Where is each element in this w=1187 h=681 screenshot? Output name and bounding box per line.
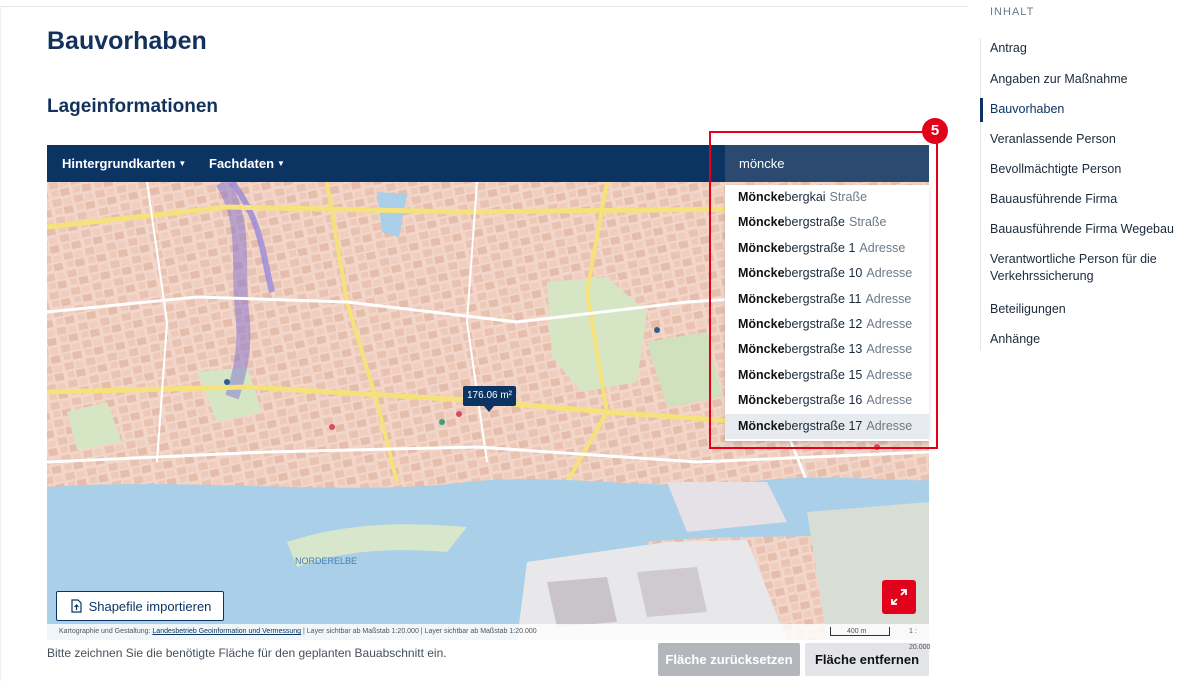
special-data-menu[interactable]: Fachdaten ▼ (209, 156, 285, 171)
toc-item[interactable]: Angaben zur Maßnahme (990, 71, 1186, 88)
toc-item[interactable]: Anhänge (990, 331, 1186, 348)
search-suggestion-item[interactable]: Mönckebergstraße 1 Adresse (725, 236, 929, 261)
search-suggestion-item[interactable]: Mönckebergstraße Straße (725, 210, 929, 235)
search-suggestion-item[interactable]: Mönckebergstraße 15 Adresse (725, 363, 929, 388)
scale-ratio: 1 : 20.000 (909, 628, 931, 651)
toc-item[interactable]: Beteiligungen (990, 301, 1186, 318)
special-data-label: Fachdaten (209, 156, 275, 171)
toc-item[interactable]: Bauausführende Firma Wegebau (990, 221, 1186, 238)
suggestion-rest: bergstraße 11 (784, 291, 862, 306)
toc-rail (980, 38, 981, 350)
file-upload-icon (70, 599, 82, 613)
import-shapefile-button[interactable]: Shapefile importieren (56, 591, 224, 621)
scale-bar (830, 627, 890, 636)
suggestion-type: Adresse (866, 266, 913, 281)
river-label: NORDERELBE (295, 556, 357, 566)
map-attribution-bar: Kartographie und Gestaltung: Landesbetri… (47, 624, 930, 651)
suggestion-match: Möncke (738, 190, 785, 204)
suggestion-type: Adresse (865, 291, 912, 306)
map-attribution-text: Kartographie und Gestaltung: Landesbetri… (59, 624, 537, 640)
drawing-hint: Bitte zeichnen Sie die benötigte Fläche … (47, 646, 447, 660)
fullscreen-toggle-button[interactable] (882, 580, 916, 614)
toc-item[interactable]: Bevollmächtigte Person (990, 161, 1186, 178)
suggestion-rest: bergkai (784, 190, 826, 204)
background-maps-label: Hintergrundkarten (62, 156, 176, 171)
suggestion-match: Möncke (738, 266, 785, 281)
toc-active-indicator (980, 98, 983, 122)
suggestion-rest: bergstraße 13 (784, 342, 863, 357)
map-search-box (725, 145, 929, 182)
suggestion-match: Möncke (738, 393, 785, 408)
map-toolbar: Hintergrundkarten ▼ Fachdaten ▼ (47, 145, 929, 182)
area-measurement-tooltip: 176.06 m² (463, 386, 516, 412)
suggestion-match: Möncke (738, 215, 785, 230)
search-suggestion-item[interactable]: Mönckebergstraße 13 Adresse (725, 337, 929, 362)
suggestion-rest: bergstraße 15 (784, 367, 863, 382)
toc-item[interactable]: Antrag (990, 40, 1186, 57)
toc-item[interactable]: Bauausführende Firma (990, 191, 1186, 208)
reset-area-button[interactable]: Fläche zurücksetzen (658, 643, 800, 676)
search-suggestions: Mönckebergkai Straße Mönckebergstraße Straß… (725, 185, 929, 441)
suggestion-rest: bergstraße (784, 215, 845, 230)
suggestion-rest: bergstraße 10 (784, 266, 863, 281)
toc-item[interactable]: Verantwortliche Person für die Verkehrss… (990, 251, 1186, 285)
search-suggestion-item[interactable]: Mönckebergstraße 11 Adresse (725, 287, 929, 312)
chevron-down-icon: ▼ (178, 159, 187, 168)
page-title: Bauvorhaben (47, 27, 207, 55)
search-suggestion-item[interactable]: Mönckebergstraße 10 Adresse (725, 261, 929, 286)
annotation-number-badge: 5 (922, 118, 948, 144)
suggestion-match: Möncke (738, 367, 785, 382)
search-suggestion-item[interactable]: Mönckebergstraße 16 Adresse (725, 388, 929, 413)
suggestion-type: Adresse (866, 393, 913, 408)
suggestion-match: Möncke (738, 342, 785, 357)
search-suggestion-item[interactable]: Mönckebergkai Straße (725, 185, 929, 210)
attribution-prefix: Kartographie und Gestaltung: (59, 628, 151, 635)
suggestion-match: Möncke (738, 316, 785, 331)
page-frame-left (0, 6, 1, 681)
address-search-input[interactable] (739, 154, 919, 172)
suggestion-type: Adresse (866, 316, 913, 331)
background-maps-menu[interactable]: Hintergrundkarten ▼ (62, 156, 186, 171)
attribution-link[interactable]: Landesbetrieb Geoinformation und Vermess… (152, 628, 301, 635)
suggestion-type: Adresse (866, 367, 913, 382)
suggestion-rest: bergstraße 16 (784, 393, 863, 408)
attribution-suffix: | Layer sichtbar ab Maßstab 1:20.000 | L… (303, 628, 537, 635)
chevron-down-icon: ▼ (277, 159, 285, 168)
search-suggestion-item[interactable]: Mönckebergstraße 12 Adresse (725, 312, 929, 337)
toc-item[interactable]: Veranlassende Person (990, 131, 1186, 148)
toc-heading: INHALT (990, 6, 1035, 18)
expand-icon (891, 589, 907, 605)
suggestion-type: Straße (829, 190, 868, 204)
toc-item[interactable]: Bauvorhaben (990, 101, 1186, 118)
suggestion-match: Möncke (738, 240, 785, 255)
import-shapefile-label: Shapefile importieren (88, 598, 212, 614)
suggestion-rest: bergstraße 17 (784, 418, 863, 433)
suggestion-type: Adresse (866, 418, 913, 433)
suggestion-match: Möncke (738, 291, 785, 306)
suggestion-rest: bergstraße 1 (784, 240, 856, 255)
search-suggestion-item[interactable]: Mönckebergstraße 17 Adresse (725, 413, 929, 439)
section-title: Lageinformationen (47, 96, 219, 117)
suggestion-match: Möncke (738, 418, 785, 433)
suggestion-type: Adresse (866, 342, 913, 357)
suggestion-type: Straße (849, 215, 887, 230)
suggestion-rest: bergstraße 12 (784, 316, 863, 331)
suggestion-type: Adresse (859, 240, 906, 255)
page-frame-top (0, 6, 968, 7)
